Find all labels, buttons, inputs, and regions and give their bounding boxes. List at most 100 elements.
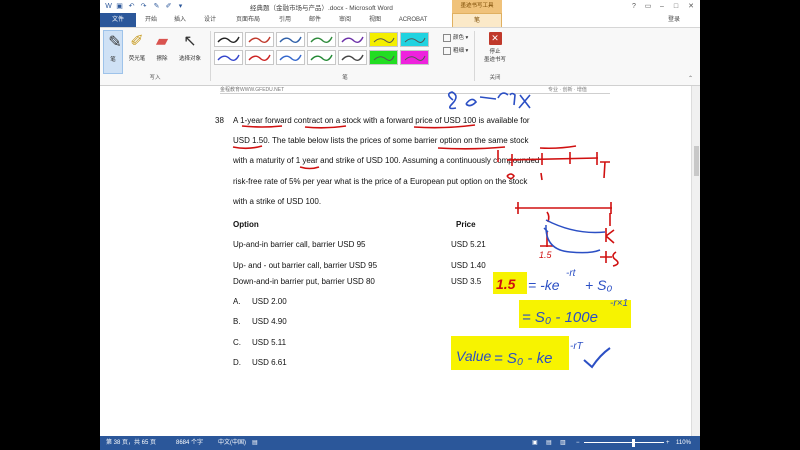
language-indicator[interactable]: 中文(中国) [218, 436, 246, 450]
zoom-level[interactable]: 110% [676, 436, 691, 450]
highlighter-icon: ✐ [130, 33, 144, 50]
word-logo-icon: W [105, 3, 112, 10]
status-bar: 第 38 页，共 65 页 8684 个字 中文(中国) ▤ ▣ ▤ ▥ − +… [100, 436, 700, 450]
pen-style-option[interactable] [400, 50, 429, 65]
eraser-button-label: 擦除 [156, 56, 168, 62]
customize-quick-access-icon[interactable]: ▾ [176, 2, 185, 11]
sign-in-link[interactable]: 登录 [668, 13, 680, 27]
scrollbar-thumb[interactable] [694, 146, 699, 176]
weight-dropdown[interactable]: 粗细 ▾ [443, 46, 468, 55]
tab-references[interactable]: 引用 [272, 13, 298, 27]
highlighter-quick-icon[interactable]: ✐ [164, 2, 173, 11]
stop-label-2: 墨迹书写 [483, 57, 506, 63]
print-layout-icon[interactable]: ▤ [546, 436, 552, 450]
page-indicator[interactable]: 第 38 页，共 65 页 [106, 436, 156, 450]
read-mode-icon[interactable]: ▣ [532, 436, 538, 450]
table-row-option: Down-and-in barrier put, barrier USD 80 [233, 277, 375, 286]
pen-style-option[interactable] [369, 50, 398, 65]
collapse-ribbon-icon[interactable]: ⌃ [688, 75, 693, 82]
tab-review[interactable]: 审阅 [332, 13, 358, 27]
pen-style-option[interactable] [245, 50, 274, 65]
table-row-price: USD 1.40 [451, 261, 486, 270]
question-number: 38 [215, 116, 224, 125]
tab-view[interactable]: 视图 [362, 13, 388, 27]
stop-label-1: 停止 [489, 49, 501, 55]
pen-style-option[interactable] [276, 32, 305, 47]
tab-acrobat[interactable]: ACROBAT [392, 13, 434, 27]
table-row-price: USD 5.21 [451, 240, 486, 249]
table-header-price: Price [456, 220, 476, 229]
zoom-in-icon[interactable]: + [666, 436, 670, 450]
pen-style-option[interactable] [307, 32, 336, 47]
option-letter: D. [233, 358, 241, 367]
word-count[interactable]: 8684 个字 [176, 436, 203, 450]
pen-style-option[interactable] [400, 32, 429, 47]
pen-style-option[interactable] [214, 32, 243, 47]
color-dropdown-label: 颜色 [453, 35, 465, 41]
pens-group-label: 笔 [342, 75, 348, 81]
ink-tools-contextual-tab: 墨迹书写工具 [452, 0, 502, 13]
undo-icon[interactable]: ↶ [127, 2, 136, 11]
table-row-price: USD 3.5 [451, 277, 482, 286]
pen-style-option[interactable] [276, 50, 305, 65]
tab-home[interactable]: 开始 [138, 13, 164, 27]
pen-style-option[interactable] [214, 50, 243, 65]
vertical-scrollbar[interactable] [691, 86, 700, 436]
word-window: W ▣ ↶ ↷ ✎ ✐ ▾ 经典题（金融市场与产品）.docx - Micros… [100, 0, 700, 450]
maximize-button[interactable]: □ [670, 1, 682, 12]
zoom-slider-thumb[interactable] [632, 439, 635, 447]
ribbon-display-icon[interactable]: ▭ [642, 1, 654, 12]
write-group-label: 写入 [149, 75, 161, 81]
option-letter: C. [233, 338, 241, 347]
separator [210, 31, 211, 81]
tab-mailings[interactable]: 邮件 [302, 13, 328, 27]
tab-file[interactable]: 文件 [100, 13, 136, 27]
select-objects-button[interactable]: ↖ 选择对象 [174, 30, 206, 74]
zoom-out-icon[interactable]: − [576, 436, 580, 450]
option-letter: B. [233, 317, 241, 326]
zoom-slider[interactable] [584, 442, 664, 443]
color-dropdown[interactable]: 颜色 ▾ [443, 33, 468, 42]
table-header-option: Option [233, 220, 259, 229]
close-group-label: 关闭 [489, 75, 501, 81]
web-layout-icon[interactable]: ▥ [560, 436, 566, 450]
highlighter-button[interactable]: ✐ 荧光笔 [125, 30, 149, 74]
pen-style-option[interactable] [307, 50, 336, 65]
table-row-option: Up-and-in barrier call, barrier USD 95 [233, 240, 366, 249]
document-title: 经典题（金融市场与产品）.docx - Microsoft Word [250, 5, 393, 12]
option-text: USD 6.61 [252, 358, 287, 367]
separator [474, 31, 475, 81]
proofing-icon[interactable]: ▤ [252, 436, 258, 450]
tab-pen[interactable]: 笔 [452, 13, 502, 27]
pen-quick-icon[interactable]: ✎ [152, 2, 161, 11]
document-area: 金程教育WWW.GFEDU.NET 专业 · 创新 · 增值 38 A 1-ye… [100, 86, 700, 436]
stop-inking-button[interactable]: ✕ 停止 墨迹书写 [480, 32, 510, 74]
tab-page-layout[interactable]: 页面布局 [228, 13, 268, 27]
pen-icon: ✎ [108, 34, 122, 51]
help-button[interactable]: ? [628, 1, 640, 12]
question-line-4: risk-free rate of 5% per year what is th… [233, 177, 528, 186]
minimize-button[interactable]: – [656, 1, 668, 12]
pen-style-option[interactable] [338, 50, 367, 65]
weight-icon [443, 46, 451, 55]
tab-insert[interactable]: 插入 [167, 13, 193, 27]
table-row-option: Up- and - out barrier call, barrier USD … [233, 261, 378, 270]
pen-style-option[interactable] [369, 32, 398, 47]
question-line-5: with a strike of USD 100. [233, 197, 322, 206]
eraser-button[interactable]: ▰ 擦除 [151, 30, 173, 74]
page-header-right: 专业 · 创新 · 增值 [548, 87, 587, 93]
pen-style-option[interactable] [338, 32, 367, 47]
close-button[interactable]: ✕ [685, 1, 697, 12]
highlighter-button-label: 荧光笔 [128, 56, 146, 62]
redo-icon[interactable]: ↷ [139, 2, 148, 11]
tab-design[interactable]: 设计 [197, 13, 223, 27]
eraser-icon: ▰ [155, 33, 169, 50]
page-header-left: 金程教育WWW.GFEDU.NET [220, 87, 285, 93]
save-icon[interactable]: ▣ [115, 2, 124, 11]
pen-style-option[interactable] [245, 32, 274, 47]
question-line-3: with a maturity of 1 year and strike of … [233, 156, 540, 165]
color-swatch-icon [443, 33, 451, 42]
select-objects-label: 选择对象 [178, 56, 201, 62]
stop-x-icon: ✕ [488, 32, 502, 45]
pen-button[interactable]: ✎ 笔 [103, 30, 123, 74]
